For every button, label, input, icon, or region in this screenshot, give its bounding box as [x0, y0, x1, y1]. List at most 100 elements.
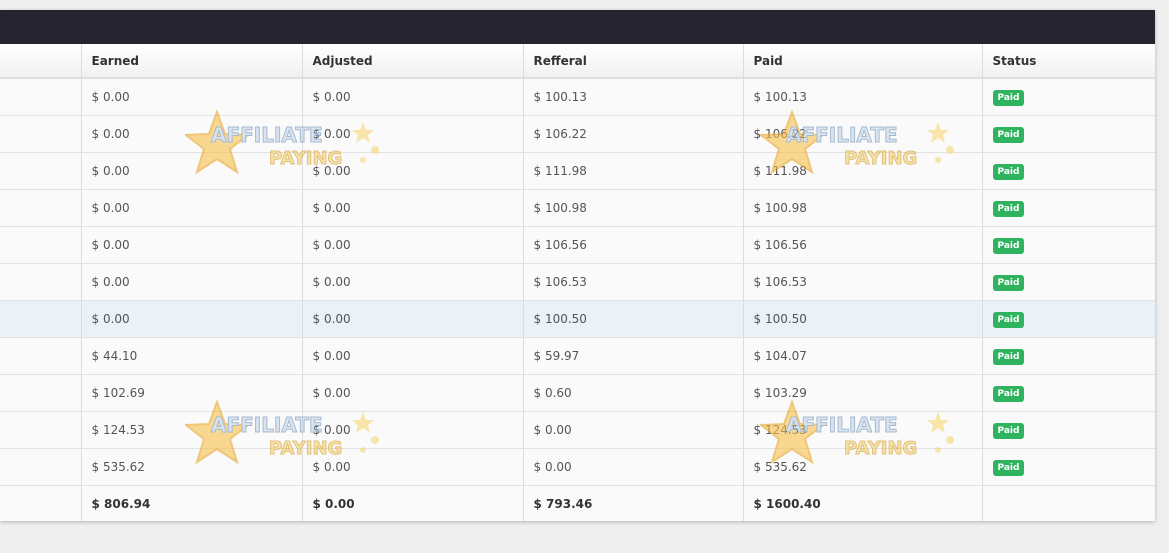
adjusted-cell: $ 0.00 — [302, 300, 524, 338]
totals-status-blank — [982, 485, 1155, 521]
panel-header-bar — [0, 10, 1155, 44]
adjusted-cell: $ 0.00 — [302, 152, 524, 190]
table-row[interactable]: $ 0.00 $ 0.00 $ 111.98 $ 111.98 Paid — [0, 152, 1155, 190]
paid-cell: $ 106.22 — [743, 115, 983, 153]
referral-cell: $ 106.22 — [523, 115, 744, 153]
status-cell: Paid — [982, 115, 1155, 153]
adjusted-cell: $ 0.00 — [302, 189, 524, 227]
row-blank-cell — [0, 263, 82, 301]
adjusted-cell: $ 0.00 — [302, 411, 524, 449]
adjusted-cell: $ 0.00 — [302, 226, 524, 264]
paid-cell: $ 106.53 — [743, 263, 983, 301]
total-adjusted: $ 0.00 — [302, 485, 524, 521]
paid-cell: $ 103.29 — [743, 374, 983, 412]
status-badge: Paid — [992, 311, 1025, 328]
column-header-referral[interactable]: Refferal — [523, 44, 744, 79]
paid-cell: $ 535.62 — [743, 448, 983, 486]
status-cell: Paid — [982, 263, 1155, 301]
table-row[interactable]: $ 0.00 $ 0.00 $ 106.22 $ 106.22 Paid — [0, 115, 1155, 153]
status-cell: Paid — [982, 152, 1155, 190]
earned-cell: $ 0.00 — [81, 226, 303, 264]
earnings-table: Earned Adjusted Refferal Paid Status $ 0… — [0, 44, 1155, 521]
row-blank-cell — [0, 300, 82, 338]
earned-cell: $ 535.62 — [81, 448, 303, 486]
total-earned: $ 806.94 — [81, 485, 303, 521]
row-blank-cell — [0, 226, 82, 264]
table-row[interactable]: $ 0.00 $ 0.00 $ 100.50 $ 100.50 Paid — [0, 300, 1155, 338]
status-badge: Paid — [992, 385, 1025, 402]
row-blank-cell — [0, 78, 82, 116]
status-cell: Paid — [982, 78, 1155, 116]
status-badge: Paid — [992, 274, 1025, 291]
status-badge: Paid — [992, 348, 1025, 365]
referral-cell: $ 0.60 — [523, 374, 744, 412]
adjusted-cell: $ 0.00 — [302, 263, 524, 301]
referral-cell: $ 0.00 — [523, 448, 744, 486]
table-row[interactable]: $ 0.00 $ 0.00 $ 100.13 $ 100.13 Paid — [0, 78, 1155, 116]
status-badge: Paid — [992, 200, 1025, 217]
table-row[interactable]: $ 44.10 $ 0.00 $ 59.97 $ 104.07 Paid — [0, 337, 1155, 375]
status-badge: Paid — [992, 163, 1025, 180]
column-header-status[interactable]: Status — [982, 44, 1155, 79]
table-row[interactable]: $ 0.00 $ 0.00 $ 106.53 $ 106.53 Paid — [0, 263, 1155, 301]
row-blank-cell — [0, 411, 82, 449]
totals-row: $ 806.94 $ 0.00 $ 793.46 $ 1600.40 — [0, 485, 1155, 521]
status-badge: Paid — [992, 89, 1025, 106]
adjusted-cell: $ 0.00 — [302, 78, 524, 116]
table-row[interactable]: $ 124.53 $ 0.00 $ 0.00 $ 124.53 Paid — [0, 411, 1155, 449]
earned-cell: $ 102.69 — [81, 374, 303, 412]
referral-cell: $ 106.56 — [523, 226, 744, 264]
earned-cell: $ 124.53 — [81, 411, 303, 449]
status-cell: Paid — [982, 300, 1155, 338]
row-blank-cell — [0, 152, 82, 190]
status-badge: Paid — [992, 422, 1025, 439]
column-header-adjusted[interactable]: Adjusted — [302, 44, 524, 79]
referral-cell: $ 100.50 — [523, 300, 744, 338]
referral-cell: $ 100.13 — [523, 78, 744, 116]
earned-cell: $ 0.00 — [81, 189, 303, 227]
table-row[interactable]: $ 535.62 $ 0.00 $ 0.00 $ 535.62 Paid — [0, 448, 1155, 486]
paid-cell: $ 100.98 — [743, 189, 983, 227]
row-blank-cell — [0, 189, 82, 227]
totals-blank-cell — [0, 485, 82, 521]
earnings-panel: Earned Adjusted Refferal Paid Status $ 0… — [0, 10, 1155, 521]
status-badge: Paid — [992, 459, 1025, 476]
status-cell: Paid — [982, 189, 1155, 227]
status-badge: Paid — [992, 237, 1025, 254]
total-paid: $ 1600.40 — [743, 485, 983, 521]
table-row[interactable]: $ 0.00 $ 0.00 $ 100.98 $ 100.98 Paid — [0, 189, 1155, 227]
column-header-paid[interactable]: Paid — [743, 44, 983, 79]
status-cell: Paid — [982, 411, 1155, 449]
status-cell: Paid — [982, 337, 1155, 375]
referral-cell: $ 111.98 — [523, 152, 744, 190]
referral-cell: $ 100.98 — [523, 189, 744, 227]
row-blank-cell — [0, 115, 82, 153]
row-blank-cell — [0, 337, 82, 375]
earned-cell: $ 0.00 — [81, 152, 303, 190]
table-row[interactable]: $ 0.00 $ 0.00 $ 106.56 $ 106.56 Paid — [0, 226, 1155, 264]
status-cell: Paid — [982, 448, 1155, 486]
row-blank-cell — [0, 374, 82, 412]
referral-cell: $ 0.00 — [523, 411, 744, 449]
status-badge: Paid — [992, 126, 1025, 143]
column-header-blank — [0, 44, 82, 79]
paid-cell: $ 100.50 — [743, 300, 983, 338]
earned-cell: $ 0.00 — [81, 263, 303, 301]
adjusted-cell: $ 0.00 — [302, 337, 524, 375]
table-header-row: Earned Adjusted Refferal Paid Status — [0, 44, 1155, 79]
column-header-earned[interactable]: Earned — [81, 44, 303, 79]
adjusted-cell: $ 0.00 — [302, 115, 524, 153]
adjusted-cell: $ 0.00 — [302, 448, 524, 486]
earned-cell: $ 0.00 — [81, 300, 303, 338]
referral-cell: $ 59.97 — [523, 337, 744, 375]
row-blank-cell — [0, 448, 82, 486]
paid-cell: $ 124.53 — [743, 411, 983, 449]
paid-cell: $ 100.13 — [743, 78, 983, 116]
earned-cell: $ 0.00 — [81, 78, 303, 116]
referral-cell: $ 106.53 — [523, 263, 744, 301]
paid-cell: $ 104.07 — [743, 337, 983, 375]
status-cell: Paid — [982, 226, 1155, 264]
earned-cell: $ 44.10 — [81, 337, 303, 375]
status-cell: Paid — [982, 374, 1155, 412]
table-row[interactable]: $ 102.69 $ 0.00 $ 0.60 $ 103.29 Paid — [0, 374, 1155, 412]
